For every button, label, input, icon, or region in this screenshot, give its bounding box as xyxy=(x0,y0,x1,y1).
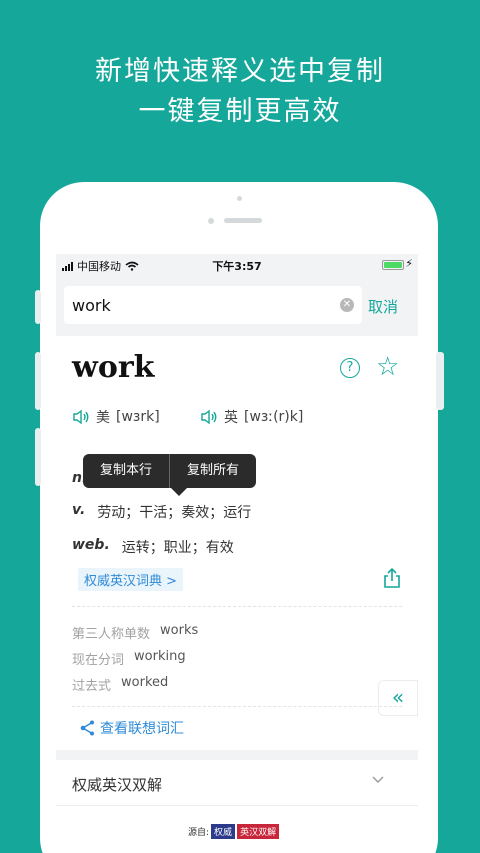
star-icon[interactable]: ☆ xyxy=(376,352,399,382)
divider xyxy=(72,606,402,607)
related-words-label: 查看联想词汇 xyxy=(100,721,184,737)
us-pronunciation[interactable]: 美 [wɜrk] xyxy=(72,407,160,427)
battery-level xyxy=(384,262,402,268)
word-form-value[interactable]: works xyxy=(160,623,198,642)
source-label: 源自: xyxy=(188,828,210,838)
word-form-value[interactable]: worked xyxy=(121,675,168,694)
source-tag: 英汉双解 xyxy=(237,824,280,839)
help-icon[interactable]: ? xyxy=(340,358,360,378)
part-of-speech: v. xyxy=(72,502,86,518)
us-phonetic: [wɜrk] xyxy=(116,409,160,425)
source-attribution: 源自: 权威 英汉双解 xyxy=(188,824,280,839)
copy-line-button[interactable]: 复制本行 xyxy=(83,454,169,488)
search-bar: ✕ 取消 xyxy=(56,276,418,336)
word-form-value[interactable]: working xyxy=(134,649,186,668)
source-tag: 权威 xyxy=(211,824,236,839)
battery-icon xyxy=(382,260,404,270)
headline-line-2: 一键复制更高效 xyxy=(138,96,342,127)
headline-line-1: 新增快速释义选中复制 xyxy=(95,56,385,87)
speaker-icon xyxy=(201,409,217,425)
share-icon[interactable] xyxy=(382,567,402,589)
phone-mute-button xyxy=(35,290,41,324)
copy-tooltip: 复制本行 复制所有 xyxy=(83,454,257,496)
speaker-icon xyxy=(73,409,89,425)
copy-all-button[interactable]: 复制所有 xyxy=(170,454,256,488)
chevron-down-icon[interactable] xyxy=(372,774,384,786)
definition-text: 劳动；干活；奏效；运行 xyxy=(97,505,252,521)
earpiece xyxy=(224,218,262,223)
status-time: 下午3:57 xyxy=(212,260,262,273)
us-label: 美 xyxy=(96,410,110,426)
search-input[interactable] xyxy=(64,286,362,324)
word-form-row: 第三人称单数 works xyxy=(72,623,198,642)
clear-icon[interactable]: ✕ xyxy=(340,298,354,312)
phone-power-button xyxy=(436,352,444,410)
definition-text: 运转；职业；有效 xyxy=(121,540,234,556)
front-sensor xyxy=(237,196,242,201)
uk-pronunciation[interactable]: 英 [wɜː(r)k] xyxy=(200,407,303,427)
authoritative-dictionary-link[interactable]: 权威英汉词典 > xyxy=(78,568,184,591)
double-chevron-left-icon[interactable]: « xyxy=(378,680,418,716)
tree-icon xyxy=(80,720,94,736)
promo-headline: 新增快速释义选中复制 一键复制更高效 xyxy=(0,52,480,132)
front-camera xyxy=(208,218,214,224)
status-bar: 中国移动 下午3:57 ⚡ xyxy=(56,254,418,276)
part-of-speech: web. xyxy=(72,537,110,553)
word-form-label: 过去式 xyxy=(72,679,112,694)
phone-volume-up-button xyxy=(35,352,41,410)
app-screen: 中国移动 下午3:57 ⚡ ✕ 取消 work ? ☆ 美 [wɜrk] 英 [… xyxy=(56,254,418,853)
divider xyxy=(72,706,402,707)
section-spacer xyxy=(56,750,418,760)
phone-volume-down-button xyxy=(35,428,41,486)
word-form-label: 现在分词 xyxy=(72,653,125,668)
word-form-row: 现在分词 working xyxy=(72,649,186,668)
related-words-link[interactable]: 查看联想词汇 xyxy=(78,718,184,738)
section-title[interactable]: 权威英汉双解 xyxy=(72,774,162,795)
word-form-label: 第三人称单数 xyxy=(72,627,151,642)
cancel-button[interactable]: 取消 xyxy=(368,296,398,317)
uk-phonetic: [wɜː(r)k] xyxy=(244,409,304,425)
headword: work xyxy=(72,350,155,385)
charging-icon: ⚡ xyxy=(405,257,413,270)
word-form-row: 过去式 worked xyxy=(72,675,168,694)
definition-row[interactable]: web. 运转；职业；有效 xyxy=(72,537,234,557)
definition-row[interactable]: v. 劳动；干活；奏效；运行 xyxy=(72,502,251,522)
uk-label: 英 xyxy=(224,410,238,426)
divider xyxy=(56,805,418,806)
